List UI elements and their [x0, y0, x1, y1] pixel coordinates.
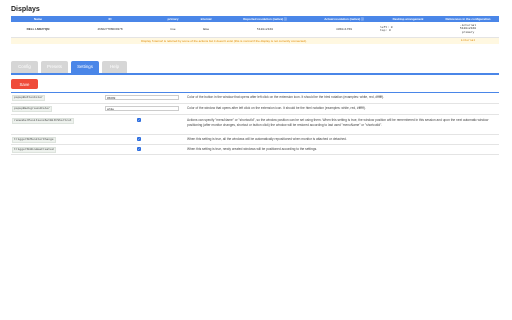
setting-description: When this setting is true, newly created…: [187, 147, 318, 151]
page-title: Displays: [11, 6, 40, 13]
warning-row: Display 'Internal' is referred by some o…: [11, 37, 499, 44]
setting-key: popupBackgroundColor: [12, 106, 53, 113]
setting-description: When this setting is true, all the windo…: [187, 137, 347, 141]
divider: [11, 92, 499, 93]
tab-presets[interactable]: Presets: [41, 61, 68, 73]
setting-key: triggerOnMonitorChange: [12, 137, 56, 144]
table-row: DELL LM02YQN 466027788009378 true false …: [11, 22, 499, 38]
trigger-on-monitor-change-checkbox[interactable]: ✓: [137, 137, 141, 141]
divider: [11, 114, 499, 115]
display-arrangement: left: 0 top: 0: [379, 22, 437, 38]
setting-key: triggerOnWindowCreated: [12, 147, 56, 154]
remember-positions-checkbox[interactable]: ✓: [137, 118, 141, 122]
divider: [11, 103, 499, 104]
display-references: -internal 5120x2160 primary: [437, 22, 499, 38]
setting-description: Color of the button in the window that o…: [187, 95, 385, 99]
trigger-on-window-created-checkbox[interactable]: ✓: [137, 147, 141, 151]
save-button[interactable]: Save: [11, 79, 38, 89]
setting-description: Color of the window that opens after lef…: [187, 106, 366, 110]
display-name: DELL LM02YQN: [11, 22, 65, 38]
tab-settings[interactable]: Settings: [71, 61, 99, 73]
warning-text: Display 'Internal' is referred by some o…: [11, 37, 437, 44]
display-id: 466027788009378: [65, 22, 155, 38]
col-header-actual-resolution-label: Actual resolution (native): [324, 17, 361, 21]
arrangement-top: top: 0: [380, 29, 391, 33]
tab-help[interactable]: Help: [102, 61, 127, 73]
popup-background-color-input[interactable]: [105, 106, 179, 111]
tab-bar: Config Presets Settings Help: [11, 61, 499, 75]
info-icon[interactable]: ⓘ: [361, 18, 364, 21]
reference-item: primary: [461, 31, 475, 35]
info-icon[interactable]: ⓘ: [284, 18, 287, 21]
tab-config[interactable]: Config: [11, 61, 38, 73]
display-reported-resolution: 5120x2160: [221, 22, 309, 38]
divider: [11, 154, 499, 155]
col-header-reported-resolution-label: Reported resolution (native): [243, 17, 284, 21]
divider: [11, 134, 499, 135]
displays-table: Name ID primary internal Reported resolu…: [11, 16, 499, 44]
setting-key: rememberPositionsSetWithShortcut: [12, 118, 74, 125]
display-internal: false: [191, 22, 221, 38]
popup-button-color-input[interactable]: [105, 95, 179, 100]
setting-description: Actions can specify "menuName" or "short…: [187, 118, 489, 127]
divider: [11, 144, 499, 145]
display-actual-resolution: 4360x1769: [309, 22, 379, 38]
warning-reference: internal: [437, 37, 499, 44]
setting-key: popupButtonColor: [12, 95, 45, 102]
display-primary: true: [155, 22, 191, 38]
